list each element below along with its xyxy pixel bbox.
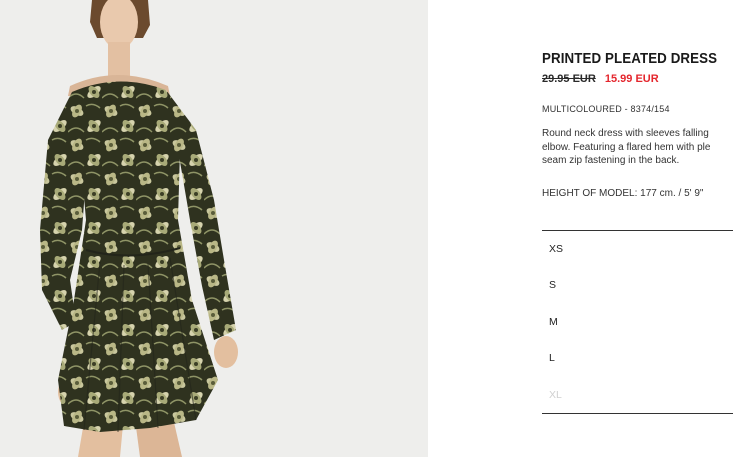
size-option-m[interactable]: M <box>542 304 733 340</box>
product-description: Round neck dress with sleeves falling el… <box>542 127 733 168</box>
description-line: Round neck dress with sleeves falling <box>542 128 709 139</box>
color-reference: MULTICOLOURED - 8374/154 <box>542 104 670 114</box>
size-selector: XS S M L XL <box>542 230 733 414</box>
sale-price: 15.99 EUR <box>604 73 659 85</box>
size-option-l[interactable]: L <box>542 340 733 376</box>
description-line: elbow. Featuring a flared hem with ple <box>542 141 711 153</box>
size-option-xl: XL <box>549 388 562 401</box>
product-title: PRINTED PLEATED DRESS <box>542 51 718 67</box>
size-option-s[interactable]: S <box>542 267 733 303</box>
price-block: 29.95 EUR 15.99 EUR <box>542 73 659 85</box>
model-height: HEIGHT OF MODEL: 177 cm. / 5' 9" <box>542 188 704 199</box>
old-price: 29.95 EUR <box>542 73 596 85</box>
product-info-panel: PRINTED PLEATED DRESS 29.95 EUR 15.99 EU… <box>542 0 733 457</box>
size-option-xs[interactable]: XS <box>542 231 733 267</box>
description-line: seam zip fastening in the back. <box>542 155 680 166</box>
product-image[interactable] <box>0 0 428 457</box>
